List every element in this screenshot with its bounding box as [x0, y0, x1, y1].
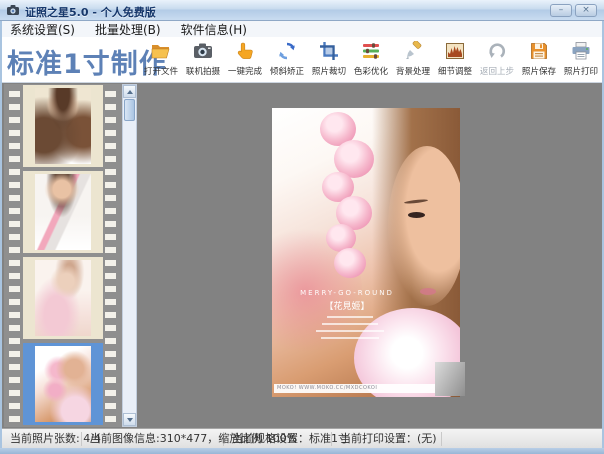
thumbnail-scrollbar[interactable] — [122, 84, 137, 427]
open-file-folder-icon — [150, 38, 172, 64]
menu-batch-process[interactable]: 批量处理(B) — [95, 21, 161, 38]
filmstrip-holes-right — [105, 87, 116, 424]
minimize-button[interactable]: – — [550, 4, 572, 17]
thumbnail-filmstrip — [4, 84, 122, 427]
main-canvas-area: MERRY-GO-ROUND 【花見姬】 MOKO! WWW.MOKO.CC/M… — [2, 83, 602, 428]
toolbar: 打开文件 联机拍摄 — [140, 38, 602, 81]
photo-overlay-title: MERRY-GO-ROUND — [282, 289, 412, 297]
photo-crop-button[interactable]: 照片裁切 — [308, 38, 350, 81]
photo-watermark: MOKO! WWW.MOKO.CC/MXDCOKOI — [274, 384, 438, 393]
photo-overlay-subtitle: 【花見姬】 — [282, 299, 412, 312]
menubar: 系统设置(S) 批量处理(B) 软件信息(H) — [2, 21, 602, 37]
thumbnail-1[interactable] — [23, 85, 103, 167]
thumbnail-4-photo — [35, 346, 91, 422]
tilt-correct-button[interactable]: 倾斜矫正 — [266, 38, 308, 81]
undo-icon — [486, 38, 508, 64]
filmstrip-holes-left — [9, 87, 20, 424]
save-floppy-icon — [529, 38, 549, 64]
photo-eye — [408, 212, 425, 218]
thumbnail-2-photo — [35, 174, 91, 250]
titlebar: 证照之星5.0 - 个人免费版 – × — [0, 0, 604, 21]
thumbnail-2[interactable] — [23, 171, 103, 253]
camera-capture-icon — [192, 38, 214, 64]
window-title: 证照之星5.0 - 个人免费版 — [25, 4, 156, 20]
close-button[interactable]: × — [575, 4, 597, 17]
thumbnail-4-selected[interactable] — [23, 343, 103, 425]
thumbnail-1-photo — [35, 88, 91, 164]
thumbnail-3[interactable] — [23, 257, 103, 339]
app-window: 证照之星5.0 - 个人免费版 – × 系统设置(S) 批量处理(B) 软件信息… — [0, 0, 604, 454]
status-empty — [442, 432, 602, 446]
photo-credit-lines — [310, 316, 390, 344]
status-photo-count: 当前照片张数: 4/4 — [2, 432, 82, 446]
detail-adjust-button[interactable]: 细节调整 — [434, 38, 476, 81]
status-print-setting: 当前打印设置：(无) — [332, 432, 442, 446]
background-process-button[interactable]: 背景处理 — [392, 38, 434, 81]
photo-flower — [334, 248, 366, 278]
status-image-info: 当前图像信息:310*477，缩放比例 100% — [82, 432, 224, 446]
undo-button[interactable]: 返回上步 — [476, 38, 518, 81]
photo-canvas: MERRY-GO-ROUND 【花見姬】 MOKO! WWW.MOKO.CC/M… — [272, 108, 460, 397]
toolbar-row: 标准1寸制作 打开文件 — [2, 37, 602, 83]
print-icon — [570, 38, 592, 64]
color-optimize-icon — [361, 38, 381, 64]
background-brush-icon — [403, 38, 423, 64]
statusbar: 当前照片张数: 4/4 当前图像信息:310*477，缩放比例 100% 当前规… — [2, 428, 602, 448]
crop-icon — [319, 38, 339, 64]
scroll-down-arrow-icon — [127, 418, 133, 422]
app-camera-icon — [6, 3, 20, 17]
photo-save-button[interactable]: 照片保存 — [518, 38, 560, 81]
one-click-hand-icon — [235, 38, 255, 64]
scroll-up-arrow-icon — [127, 90, 133, 94]
scroll-up-button[interactable] — [123, 85, 136, 98]
photo-lips — [420, 288, 436, 295]
detail-histogram-icon — [445, 38, 465, 64]
status-spec-setting: 当前规格设置：标准1寸 — [224, 432, 332, 446]
thumbnail-3-photo — [35, 260, 91, 336]
scroll-down-button[interactable] — [123, 413, 136, 426]
menu-system-settings[interactable]: 系统设置(S) — [10, 21, 75, 38]
camera-capture-button[interactable]: 联机拍摄 — [182, 38, 224, 81]
menu-software-info[interactable]: 软件信息(H) — [181, 21, 247, 38]
censor-patch — [435, 362, 465, 396]
tilt-correct-rotate-icon — [276, 38, 298, 64]
color-optimize-button[interactable]: 色彩优化 — [350, 38, 392, 81]
open-file-button[interactable]: 打开文件 — [140, 38, 182, 81]
photo-print-button[interactable]: 照片打印 — [560, 38, 602, 81]
window-bottom-border — [0, 448, 604, 454]
scrollbar-thumb[interactable] — [124, 99, 135, 121]
photo-face — [388, 146, 460, 306]
one-click-finish-button[interactable]: 一键完成 — [224, 38, 266, 81]
